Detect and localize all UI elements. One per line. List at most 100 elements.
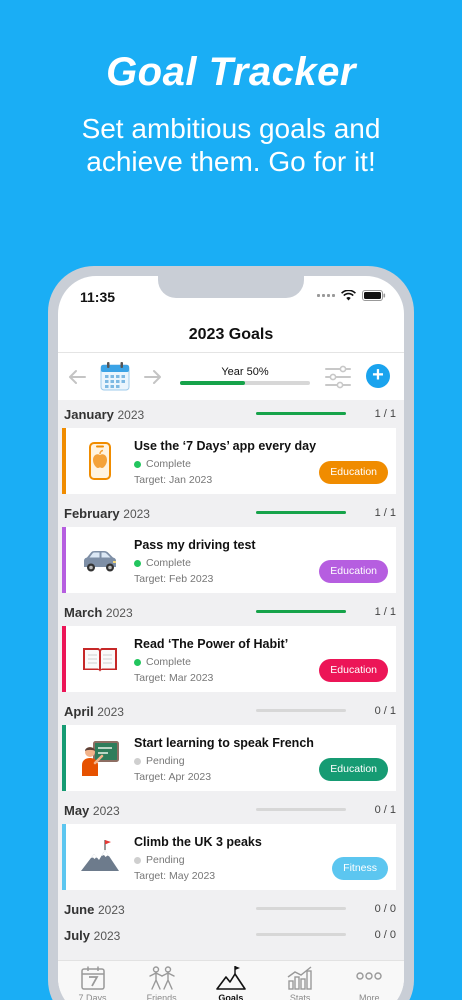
tab-stats[interactable]: Stats [266,965,335,1000]
app-screen: 11:35 2023 Goals Year 50% + January 2023… [58,276,404,1000]
status-dot-icon [134,559,141,567]
promo-title: Goal Tracker [106,50,356,94]
month-label: March [64,605,103,620]
goal-title: Pass my driving test [134,538,256,552]
book-icon [80,639,120,679]
month-year: 2023 [105,606,133,620]
month-progress-fill [256,610,346,613]
month-count: 1 / 1 [374,507,396,519]
month-progress-fill [256,412,346,415]
month-progress-bar [256,709,346,712]
add-goal-button[interactable]: + [366,364,390,388]
goal-card[interactable]: Start learning to speak French Pending Tar… [62,725,396,791]
status-dot-icon [134,460,141,468]
month-name: June 2023 [64,902,125,917]
month-name: February 2023 [64,506,150,521]
year-progress-bar [180,381,310,385]
month-count: 0 / 0 [374,929,396,941]
month-header: June 2023 0 / 0 [58,895,404,923]
status-time: 11:35 [80,289,116,305]
status-dot-icon [134,757,141,765]
promo-subtitle-line2: achieve them. Go for it! [86,146,376,177]
goal-category-tag[interactable]: Education [319,758,388,781]
goal-category-tag[interactable]: Education [319,560,388,583]
tab-label: Friends [146,993,177,1000]
tab-label: More [359,993,380,1000]
more-icon [335,965,404,991]
month-name: January 2023 [64,407,144,422]
tab-label: 7 Days [78,993,107,1000]
tab-more[interactable]: More [335,965,404,1000]
nav-title: 2023 Goals [188,326,274,343]
goals-mountain-icon [196,965,265,991]
tab-goals[interactable]: Goals [196,965,265,1000]
goal-title: Climb the UK 3 peaks [134,835,262,849]
month-label: May [64,803,90,818]
month-count: 0 / 0 [374,903,396,915]
goal-status-label: Complete [146,458,191,470]
goal-category-tag[interactable]: Education [319,461,388,484]
toolbar: Year 50% + [58,356,404,398]
tab-7-days[interactable]: 7 Days [58,965,127,1000]
month-year: 2023 [92,804,120,818]
month-count: 0 / 1 [374,804,396,816]
month-year: 2023 [97,705,124,719]
month-label: April [64,704,94,719]
month-name: April 2023 [64,704,124,719]
goal-target: Target: Mar 2023 [134,672,214,684]
wifi-icon [341,290,356,301]
tab-friends[interactable]: Friends [127,965,196,1000]
goal-card[interactable]: Climb the UK 3 peaks Pending Target: May 2… [62,824,396,890]
calendar-7-icon [58,965,127,991]
battery-icon [362,290,386,301]
promo-subtitle-line1: Set ambitious goals and [81,113,381,144]
phone-icon [80,441,120,481]
month-name: March 2023 [64,605,133,620]
friends-icon [127,965,196,991]
goal-list: January 2023 1 / 1 February 2023 1 / 1 March… [58,400,404,960]
month-progress-fill [256,511,346,514]
month-progress-bar [256,808,346,811]
tab-label: Goals [218,993,244,1000]
goal-status: Complete [134,458,191,470]
goal-status: Pending [134,755,185,767]
goal-card[interactable]: Pass my driving test Complete Target: Feb … [62,527,396,593]
status-icons [317,290,386,301]
month-label: July [64,928,91,943]
arrow-left-icon[interactable] [66,366,88,388]
teacher-icon [80,738,120,778]
mountain-icon [80,837,120,877]
goal-status-label: Pending [146,755,185,767]
goal-target: Target: Apr 2023 [134,771,212,783]
month-year: 2023 [97,903,125,917]
goal-card[interactable]: Read ‘The Power of Habit’ Complete Target:… [62,626,396,692]
status-dot-icon [134,856,141,864]
goal-title: Use the ‘7 Days’ app every day [134,439,317,453]
filter-sliders-icon[interactable] [324,365,352,389]
goal-card[interactable]: Use the ‘7 Days’ app every day Complete Ta… [62,428,396,494]
month-header: January 2023 1 / 1 [58,400,404,428]
month-year: 2023 [93,929,121,943]
goal-status: Complete [134,656,191,668]
goal-category-tag[interactable]: Education [319,659,388,682]
stats-icon [266,965,335,991]
tab-label: Stats [289,993,311,1000]
goal-category-tag[interactable]: Fitness [332,857,388,880]
month-header: July 2023 0 / 0 [58,921,404,949]
calendar-icon[interactable] [100,361,130,391]
month-count: 1 / 1 [374,408,396,420]
arrow-right-icon[interactable] [142,366,164,388]
month-progress-bar [256,511,346,514]
goal-status-label: Pending [146,854,185,866]
month-name: May 2023 [64,803,120,818]
month-progress-bar [256,933,346,936]
month-header: March 2023 1 / 1 [58,598,404,626]
car-icon [80,540,120,580]
promo-subtitle: Set ambitious goals and achieve them. Go… [0,112,462,178]
month-year: 2023 [123,507,150,521]
month-header: February 2023 1 / 1 [58,499,404,527]
month-progress-bar [256,610,346,613]
goal-target: Target: Jan 2023 [134,474,213,486]
goal-status: Pending [134,854,185,866]
month-progress-bar [256,412,346,415]
